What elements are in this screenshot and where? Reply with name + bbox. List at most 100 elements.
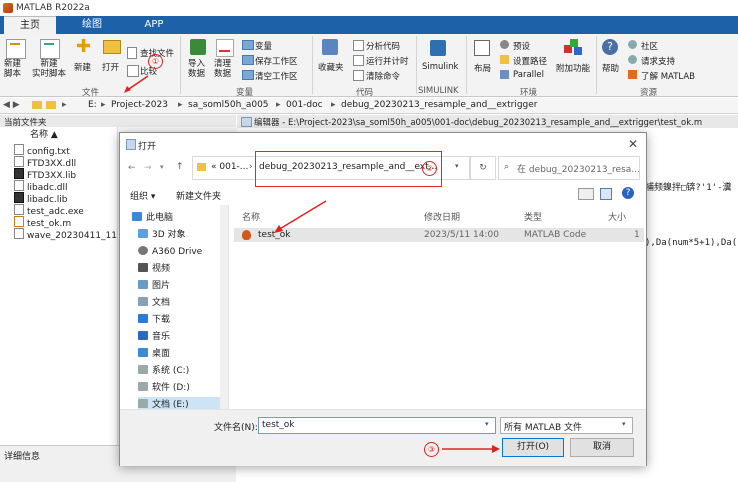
help-button[interactable]: 帮助: [602, 62, 619, 74]
save-workspace-icon: [242, 55, 254, 65]
new-script-button[interactable]: 新建 脚本: [4, 59, 21, 79]
file-size: 1: [634, 230, 640, 240]
column-name-header[interactable]: 名称 ▲: [30, 130, 58, 141]
new-button[interactable]: 新建: [74, 61, 91, 73]
new-folder-button[interactable]: 新建文件夹: [176, 189, 221, 202]
column-type-header[interactable]: 类型: [524, 210, 542, 223]
nav-pictures[interactable]: 图片: [138, 278, 170, 294]
import-data-button[interactable]: 导入 数据: [188, 59, 205, 79]
nav-scrollbar[interactable]: [220, 205, 228, 409]
clean-data-button[interactable]: 清理 数据: [214, 59, 231, 79]
community-button[interactable]: 社区: [641, 40, 658, 52]
learn-matlab-button[interactable]: 了解 MATLAB: [641, 70, 695, 82]
matlab-logo-icon: [3, 3, 13, 13]
run-and-time-icon: [353, 55, 364, 66]
tab-plots[interactable]: 绘图: [66, 16, 118, 34]
back-icon[interactable]: ◀ ▶: [3, 100, 20, 110]
analyze-code-button[interactable]: 分析代码: [366, 40, 400, 52]
simulink-group-label: SIMULINK: [418, 86, 459, 96]
video-icon: [138, 263, 148, 272]
clear-workspace-button[interactable]: 清空工作区: [255, 70, 298, 82]
clear-workspace-icon: [242, 70, 254, 80]
nav-drive-d[interactable]: 软件 (D:): [138, 380, 190, 396]
resources-group-label: 资源: [640, 88, 658, 98]
recent-chevron-icon[interactable]: ▾: [160, 163, 164, 171]
matlab-file-icon: [14, 216, 24, 227]
path-parent[interactable]: « 001-...: [211, 162, 248, 172]
filter-value: 所有 MATLAB 文件: [504, 423, 582, 433]
nav-downloads[interactable]: 下载: [138, 312, 170, 328]
list-item[interactable]: libadc.dll: [14, 180, 67, 193]
request-support-button[interactable]: 请求支持: [641, 55, 675, 67]
favorites-button[interactable]: 收藏夹: [318, 61, 344, 73]
code-group-label: 代码: [356, 88, 374, 98]
variable-button[interactable]: 变量: [255, 40, 272, 52]
file-icon: [14, 168, 24, 179]
nav-this-pc[interactable]: 此电脑: [132, 210, 173, 226]
forward-arrow-icon[interactable]: →: [144, 163, 152, 173]
simulink-button[interactable]: Simulink: [422, 62, 458, 72]
close-icon[interactable]: ✕: [628, 137, 638, 151]
view-options-icon[interactable]: [578, 188, 594, 200]
nav-documents[interactable]: 文档: [138, 295, 170, 311]
current-folder-list[interactable]: 名称 ▲ config.txt FTD3XX.dll FTD3XX.lib li…: [0, 127, 134, 445]
breadcrumb-drive[interactable]: E:: [88, 100, 97, 110]
tab-home[interactable]: 主页: [4, 16, 56, 35]
cancel-button[interactable]: 取消: [570, 438, 634, 457]
new-live-script-button[interactable]: 新建 实时脚本: [32, 59, 66, 79]
list-item[interactable]: libadc.lib: [14, 192, 67, 205]
column-name-header[interactable]: 名称: [242, 210, 260, 223]
new-script-icon: [6, 39, 26, 59]
title-bar: MATLAB R2022a: [0, 0, 738, 16]
add-ons-button[interactable]: 附加功能: [556, 62, 590, 74]
column-date-header[interactable]: 修改日期: [424, 210, 460, 223]
organize-button[interactable]: 组织 ▾: [130, 189, 155, 202]
open-button[interactable]: 打开: [102, 61, 119, 73]
annotation-box-2: [255, 151, 442, 187]
file-type-filter-select[interactable]: 所有 MATLAB 文件 ▾: [500, 417, 633, 434]
parallel-button[interactable]: Parallel: [513, 70, 544, 80]
address-bar[interactable]: ◀ ▶ ▸ E: ▸ Project-2023 ▸ sa_soml50h_a00…: [0, 98, 738, 114]
back-arrow-icon[interactable]: ←: [128, 163, 136, 173]
browse-folder-icon[interactable]: [46, 101, 56, 109]
breadcrumb-doc[interactable]: 001-doc: [286, 100, 323, 110]
refresh-icon[interactable]: ↻: [470, 156, 496, 180]
list-item[interactable]: FTD3XX.lib: [14, 168, 76, 181]
chevron-down-icon[interactable]: ▾: [622, 420, 626, 428]
favorites-icon: [322, 39, 338, 55]
cube-icon: [138, 229, 148, 238]
file-icon: [14, 204, 24, 215]
list-item[interactable]: test_adc.exe: [14, 204, 84, 217]
nav-desktop[interactable]: 桌面: [138, 346, 170, 362]
search-input[interactable]: ⌕ 在 debug_20230213_resa...: [498, 156, 640, 180]
new-live-script-icon: [40, 39, 60, 59]
nav-a360-drive[interactable]: A360 Drive: [138, 244, 202, 260]
preferences-button[interactable]: 预设: [513, 40, 530, 52]
clear-commands-button[interactable]: 清除命令: [366, 70, 400, 82]
list-item[interactable]: FTD3XX.dll: [14, 156, 76, 169]
open-button[interactable]: 打开(O): [502, 438, 564, 457]
filename-input[interactable]: test_ok ▾: [258, 417, 496, 434]
nav-3d-objects[interactable]: 3D 对象: [138, 227, 186, 243]
chevron-down-icon[interactable]: ▾: [485, 420, 489, 428]
help-icon[interactable]: ?: [622, 187, 634, 199]
picture-icon: [138, 280, 148, 289]
set-path-button[interactable]: 设置路径: [513, 55, 547, 67]
breadcrumb-sa[interactable]: sa_soml50h_a005: [188, 100, 269, 110]
nav-videos[interactable]: 视频: [138, 261, 170, 277]
chevron-down-icon[interactable]: ▾: [455, 162, 459, 170]
breadcrumb-debug[interactable]: debug_20230213_resample_and__extrigger: [341, 100, 537, 110]
save-workspace-button[interactable]: 保存工作区: [255, 55, 298, 67]
preview-pane-icon[interactable]: [600, 188, 612, 200]
nav-music[interactable]: 音乐: [138, 329, 170, 345]
run-and-time-button[interactable]: 运行并计时: [366, 55, 409, 67]
variable-group-label: 变量: [236, 88, 254, 98]
up-arrow-icon[interactable]: ↑: [176, 162, 184, 172]
column-size-header[interactable]: 大小: [608, 210, 626, 223]
breadcrumb-project[interactable]: Project-2023: [111, 100, 168, 110]
nav-drive-c[interactable]: 系统 (C:): [138, 363, 189, 379]
tab-apps[interactable]: APP: [128, 16, 180, 34]
list-item[interactable]: test_ok.m: [14, 216, 71, 229]
layout-button[interactable]: 布局: [474, 62, 491, 74]
list-item[interactable]: config.txt: [14, 144, 70, 157]
